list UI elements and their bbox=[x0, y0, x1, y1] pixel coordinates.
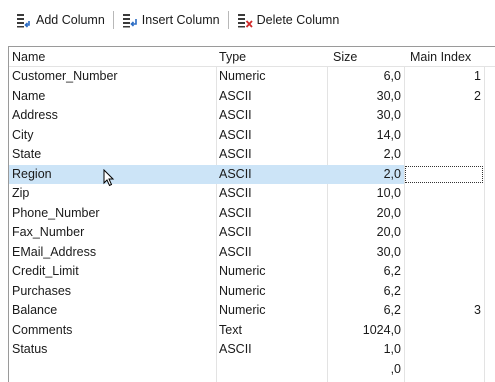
cell-type[interactable]: ASCII bbox=[219, 340, 324, 360]
toolbar: Add Column Insert Column Delete Column bbox=[0, 0, 495, 40]
cell-size[interactable]: 30,0 bbox=[329, 243, 401, 263]
cell-name[interactable] bbox=[12, 360, 212, 380]
add-column-button[interactable]: Add Column bbox=[12, 8, 109, 32]
cell-main-index[interactable]: 3 bbox=[409, 301, 481, 321]
cell-main-index[interactable]: 2 bbox=[409, 87, 481, 107]
cell-main-index[interactable] bbox=[409, 223, 481, 243]
cell-name[interactable]: Credit_Limit bbox=[12, 262, 212, 282]
columns-grid[interactable]: Name Type Size Main Index Customer_Numbe… bbox=[8, 46, 495, 382]
table-row[interactable]: EMail_Address ASCII 30,0 bbox=[9, 243, 495, 263]
insert-column-icon bbox=[122, 12, 138, 28]
cell-size[interactable]: 2,0 bbox=[329, 165, 401, 185]
toolbar-separator bbox=[227, 11, 229, 29]
cell-size[interactable]: 1,0 bbox=[329, 340, 401, 360]
cell-size[interactable]: 14,0 bbox=[329, 126, 401, 146]
cell-main-index[interactable] bbox=[409, 321, 481, 341]
table-row[interactable]: Name ASCII 30,0 2 bbox=[9, 87, 495, 107]
cell-size[interactable]: 1024,0 bbox=[329, 321, 401, 341]
grid-header: Name Type Size Main Index bbox=[9, 47, 495, 67]
cell-type[interactable] bbox=[219, 360, 324, 380]
cell-size[interactable]: 6,2 bbox=[329, 282, 401, 302]
cell-size[interactable]: 20,0 bbox=[329, 223, 401, 243]
cell-main-index[interactable] bbox=[409, 360, 481, 380]
header-size[interactable]: Size bbox=[333, 47, 405, 67]
header-type[interactable]: Type bbox=[219, 47, 324, 67]
cell-name[interactable]: City bbox=[12, 126, 212, 146]
toolbar-separator bbox=[112, 11, 114, 29]
table-row[interactable]: Fax_Number ASCII 20,0 bbox=[9, 223, 495, 243]
header-name[interactable]: Name bbox=[12, 47, 212, 67]
cell-name[interactable]: Balance bbox=[12, 301, 212, 321]
mouse-cursor-icon bbox=[103, 169, 115, 187]
cell-size[interactable]: 6,2 bbox=[329, 262, 401, 282]
header-main-index[interactable]: Main Index bbox=[410, 47, 482, 67]
table-row[interactable]: State ASCII 2,0 bbox=[9, 145, 495, 165]
cell-main-index[interactable] bbox=[409, 165, 481, 185]
cell-main-index[interactable] bbox=[409, 184, 481, 204]
cell-type[interactable]: Numeric bbox=[219, 301, 324, 321]
table-row[interactable]: Credit_Limit Numeric 6,2 bbox=[9, 262, 495, 282]
cell-size[interactable]: 10,0 bbox=[329, 184, 401, 204]
cell-type[interactable]: ASCII bbox=[219, 165, 324, 185]
cell-type[interactable]: ASCII bbox=[219, 126, 324, 146]
cell-type[interactable]: Numeric bbox=[219, 282, 324, 302]
table-row[interactable]: Zip ASCII 10,0 bbox=[9, 184, 495, 204]
cell-main-index[interactable] bbox=[409, 106, 481, 126]
table-row[interactable]: Status ASCII 1,0 bbox=[9, 340, 495, 360]
cell-name[interactable]: EMail_Address bbox=[12, 243, 212, 263]
cell-size[interactable]: 6,2 bbox=[329, 301, 401, 321]
cell-name[interactable]: Customer_Number bbox=[12, 67, 212, 87]
cell-name[interactable]: Address bbox=[12, 106, 212, 126]
cell-main-index[interactable] bbox=[409, 126, 481, 146]
cell-type[interactable]: ASCII bbox=[219, 87, 324, 107]
cell-name[interactable]: Comments bbox=[12, 321, 212, 341]
cell-type[interactable]: ASCII bbox=[219, 184, 324, 204]
cell-type[interactable]: Numeric bbox=[219, 262, 324, 282]
cell-size[interactable]: 30,0 bbox=[329, 87, 401, 107]
cell-size[interactable]: 2,0 bbox=[329, 145, 401, 165]
table-row[interactable]: Region ASCII 2,0 bbox=[9, 164, 495, 185]
cell-size[interactable]: 6,0 bbox=[329, 67, 401, 87]
cell-size[interactable]: 30,0 bbox=[329, 106, 401, 126]
cell-main-index[interactable]: 1 bbox=[409, 67, 481, 87]
cell-main-index[interactable] bbox=[409, 243, 481, 263]
table-row[interactable]: Balance Numeric 6,2 3 bbox=[9, 301, 495, 321]
cell-main-index[interactable] bbox=[409, 145, 481, 165]
cell-name[interactable]: Name bbox=[12, 87, 212, 107]
cell-type[interactable]: ASCII bbox=[219, 223, 324, 243]
cell-type[interactable]: ASCII bbox=[219, 145, 324, 165]
cell-type[interactable]: Text bbox=[219, 321, 324, 341]
table-row[interactable]: Comments Text 1024,0 bbox=[9, 321, 495, 341]
delete-column-label: Delete Column bbox=[256, 13, 340, 27]
cell-main-index[interactable] bbox=[409, 262, 481, 282]
delete-column-icon bbox=[237, 12, 253, 28]
cell-main-index[interactable] bbox=[409, 282, 481, 302]
cell-main-index[interactable] bbox=[409, 204, 481, 224]
table-row[interactable]: Address ASCII 30,0 bbox=[9, 106, 495, 126]
cell-type[interactable]: ASCII bbox=[219, 243, 324, 263]
cell-name[interactable]: State bbox=[12, 145, 212, 165]
add-column-icon bbox=[16, 12, 32, 28]
cell-type[interactable]: ASCII bbox=[219, 106, 324, 126]
table-row[interactable]: Purchases Numeric 6,2 bbox=[9, 282, 495, 302]
table-row[interactable]: Customer_Number Numeric 6,0 1 bbox=[9, 67, 495, 87]
cell-main-index[interactable] bbox=[409, 340, 481, 360]
insert-column-label: Insert Column bbox=[141, 13, 220, 27]
table-row[interactable]: Phone_Number ASCII 20,0 bbox=[9, 204, 495, 224]
cell-type[interactable]: Numeric bbox=[219, 67, 324, 87]
table-row[interactable]: City ASCII 14,0 bbox=[9, 126, 495, 146]
insert-column-button[interactable]: Insert Column bbox=[118, 8, 224, 32]
cell-name[interactable]: Fax_Number bbox=[12, 223, 212, 243]
table-row[interactable]: ,0 bbox=[9, 360, 495, 380]
add-column-label: Add Column bbox=[36, 13, 105, 27]
delete-column-button[interactable]: Delete Column bbox=[233, 8, 344, 32]
cell-name[interactable]: Phone_Number bbox=[12, 204, 212, 224]
cell-size[interactable]: 20,0 bbox=[329, 204, 401, 224]
cell-type[interactable]: ASCII bbox=[219, 204, 324, 224]
cell-name[interactable]: Status bbox=[12, 340, 212, 360]
cell-name[interactable]: Purchases bbox=[12, 282, 212, 302]
cell-size[interactable]: ,0 bbox=[329, 360, 401, 380]
